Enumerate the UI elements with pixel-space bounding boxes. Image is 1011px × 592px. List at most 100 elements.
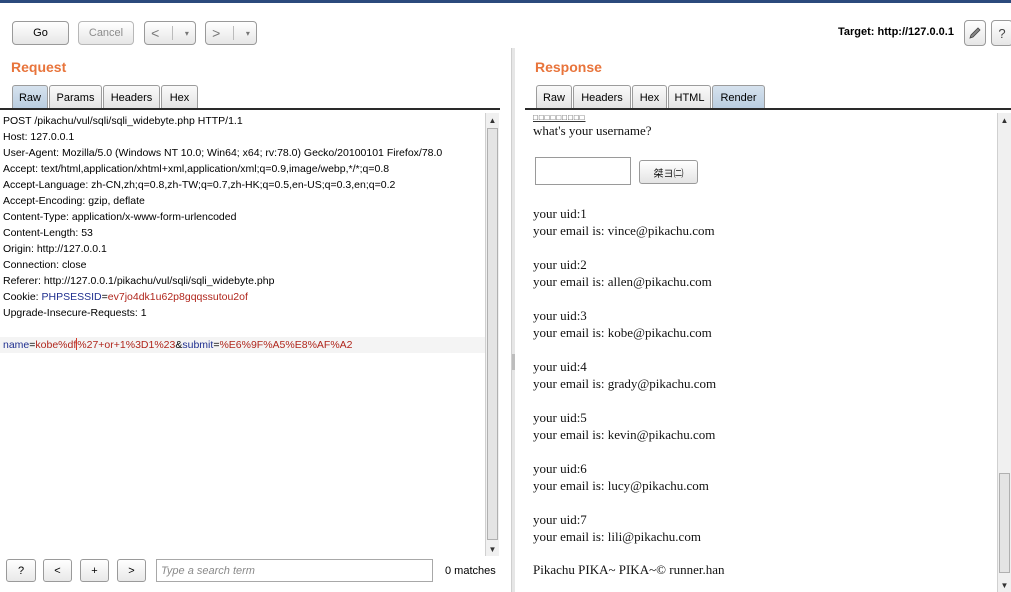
scrollbar-thumb[interactable] — [999, 473, 1010, 573]
request-tab-underline — [0, 108, 500, 110]
uid-text: your uid:3 — [533, 308, 587, 323]
search-previous-button[interactable]: < — [43, 559, 72, 582]
param-name-value: kobe%df — [35, 339, 77, 351]
email-text: your email is: vince@pikachu.com — [533, 223, 715, 238]
tab-response-render[interactable]: Render — [712, 85, 765, 109]
request-line: Referer: http://127.0.0.1/pikachu/vul/sq… — [3, 275, 275, 287]
edit-target-button[interactable] — [964, 20, 986, 46]
garbled-heading: □□□□□□□□□ — [533, 113, 586, 122]
pencil-icon — [969, 27, 981, 39]
list-item: your uid:4 your email is: grady@pikachu.… — [533, 358, 716, 392]
email-text: your email is: grady@pikachu.com — [533, 376, 717, 391]
uid-text: your uid:5 — [533, 410, 587, 425]
param-name-key: name — [3, 339, 30, 351]
previous-icon: < — [54, 564, 61, 577]
param-name-value-rest: %27+or+1%3D1%23 — [77, 339, 176, 351]
email-text: your email is: kevin@pikachu.com — [533, 427, 716, 442]
next-icon: > — [128, 564, 135, 577]
go-button[interactable]: Go — [12, 21, 69, 45]
request-title: Request — [11, 59, 67, 75]
request-line: Content-Type: application/x-www-form-url… — [3, 211, 237, 223]
scroll-down-icon[interactable]: ▼ — [486, 542, 499, 556]
tab-response-headers[interactable]: Headers — [573, 85, 631, 109]
list-item: your uid:7 your email is: lili@pikachu.c… — [533, 511, 701, 545]
cookie-line: Cookie: PHPSESSID=ev7jo4dk1u62p8gqqssuto… — [0, 289, 485, 305]
tab-request-params[interactable]: Params — [49, 85, 102, 109]
forward-button[interactable]: > ▾ — [205, 21, 257, 45]
button-separator — [171, 26, 173, 40]
email-text: your email is: lucy@pikachu.com — [533, 478, 709, 493]
request-line: Accept: text/html,application/xhtml+xml,… — [3, 163, 390, 175]
username-input[interactable] — [535, 157, 631, 185]
tab-response-hex[interactable]: Hex — [632, 85, 667, 109]
target-label: Target: http://127.0.0.1 — [838, 26, 954, 38]
list-item: your uid:3 your email is: kobe@pikachu.c… — [533, 307, 712, 341]
request-line: Host: 127.0.0.1 — [3, 131, 75, 143]
scrollbar-thumb[interactable] — [487, 128, 498, 540]
search-input[interactable] — [156, 559, 433, 582]
query-button[interactable]: 桀ヨ㈡ — [639, 160, 698, 184]
pane-divider[interactable] — [511, 48, 515, 592]
request-line: Origin: http://127.0.0.1 — [3, 243, 107, 255]
tab-response-html[interactable]: HTML — [668, 85, 711, 109]
email-text: your email is: kobe@pikachu.com — [533, 325, 712, 340]
tab-response-raw[interactable]: Raw — [536, 85, 572, 109]
help-icon: ? — [998, 25, 1006, 41]
button-separator — [232, 26, 234, 40]
request-line: User-Agent: Mozilla/5.0 (Windows NT 10.0… — [3, 147, 443, 159]
response-render-view[interactable]: □□□□□□□□□ what's your username? 桀ヨ㈡ your… — [525, 113, 1001, 592]
request-line: Content-Length: 53 — [3, 227, 93, 239]
uid-text: your uid:4 — [533, 359, 587, 374]
window-top-border — [0, 0, 1011, 3]
email-text: your email is: lili@pikachu.com — [533, 529, 701, 544]
cancel-button[interactable]: Cancel — [78, 21, 134, 45]
back-button[interactable]: < ▾ — [144, 21, 196, 45]
response-title: Response — [535, 59, 602, 75]
uid-text: your uid:7 — [533, 512, 587, 527]
list-item: your uid:6 your email is: lucy@pikachu.c… — [533, 460, 709, 494]
request-line: POST /pikachu/vul/sqli/sqli_widebyte.php… — [3, 115, 243, 127]
request-scrollbar[interactable]: ▲ ▼ — [485, 113, 499, 556]
search-next-button[interactable]: > — [117, 559, 146, 582]
response-scrollbar[interactable]: ▲ ▼ — [997, 113, 1011, 592]
cookie-prefix: Cookie: — [3, 291, 42, 303]
chevron-down-icon[interactable]: ▾ — [246, 29, 250, 38]
scroll-up-icon[interactable]: ▲ — [998, 113, 1011, 127]
tab-request-headers[interactable]: Headers — [103, 85, 160, 109]
help-button[interactable]: ? — [991, 20, 1011, 46]
request-line: Connection: close — [3, 259, 87, 271]
email-text: your email is: allen@pikachu.com — [533, 274, 712, 289]
uid-text: your uid:2 — [533, 257, 587, 272]
help-icon: ? — [17, 564, 25, 577]
request-editor[interactable]: POST /pikachu/vul/sqli/sqli_widebyte.php… — [0, 113, 485, 556]
param-submit-key: submit — [182, 339, 214, 351]
back-arrow-icon: < — [151, 25, 160, 41]
cookie-value: ev7jo4dk1u62p8gqqssutou2of — [107, 291, 248, 303]
scroll-up-icon[interactable]: ▲ — [486, 113, 499, 127]
list-item: your uid:1 your email is: vince@pikachu.… — [533, 205, 715, 239]
page-footer: Pikachu PIKA~ PIKA~© runner.han — [533, 562, 725, 577]
uid-text: your uid:1 — [533, 206, 587, 221]
tab-request-hex[interactable]: Hex — [161, 85, 198, 109]
request-body-line: name=kobe%df%27+or+1%3D1%23&submit=%E6%9… — [0, 337, 485, 353]
forward-arrow-icon: > — [212, 25, 221, 41]
request-line: Accept-Encoding: gzip, deflate — [3, 195, 145, 207]
search-help-button[interactable]: ? — [6, 559, 36, 582]
uid-text: your uid:6 — [533, 461, 587, 476]
divider-grip[interactable] — [512, 354, 515, 370]
username-question: what's your username? — [533, 123, 652, 138]
param-submit-value: %E6%9F%A5%E8%AF%A2 — [219, 339, 353, 351]
request-blank-line — [0, 321, 485, 337]
plus-icon: + — [91, 564, 98, 577]
response-tab-underline — [525, 108, 1011, 110]
cookie-name: PHPSESSID — [41, 291, 102, 303]
search-add-button[interactable]: + — [80, 559, 109, 582]
request-line: Upgrade-Insecure-Requests: 1 — [3, 307, 147, 319]
chevron-down-icon[interactable]: ▾ — [185, 29, 189, 38]
tab-request-raw[interactable]: Raw — [12, 85, 48, 109]
list-item: your uid:5 your email is: kevin@pikachu.… — [533, 409, 715, 443]
scroll-down-icon[interactable]: ▼ — [998, 578, 1011, 592]
request-line: Accept-Language: zh-CN,zh;q=0.8,zh-TW;q=… — [3, 179, 396, 191]
list-item: your uid:2 your email is: allen@pikachu.… — [533, 256, 712, 290]
search-match-count: 0 matches — [445, 565, 496, 577]
